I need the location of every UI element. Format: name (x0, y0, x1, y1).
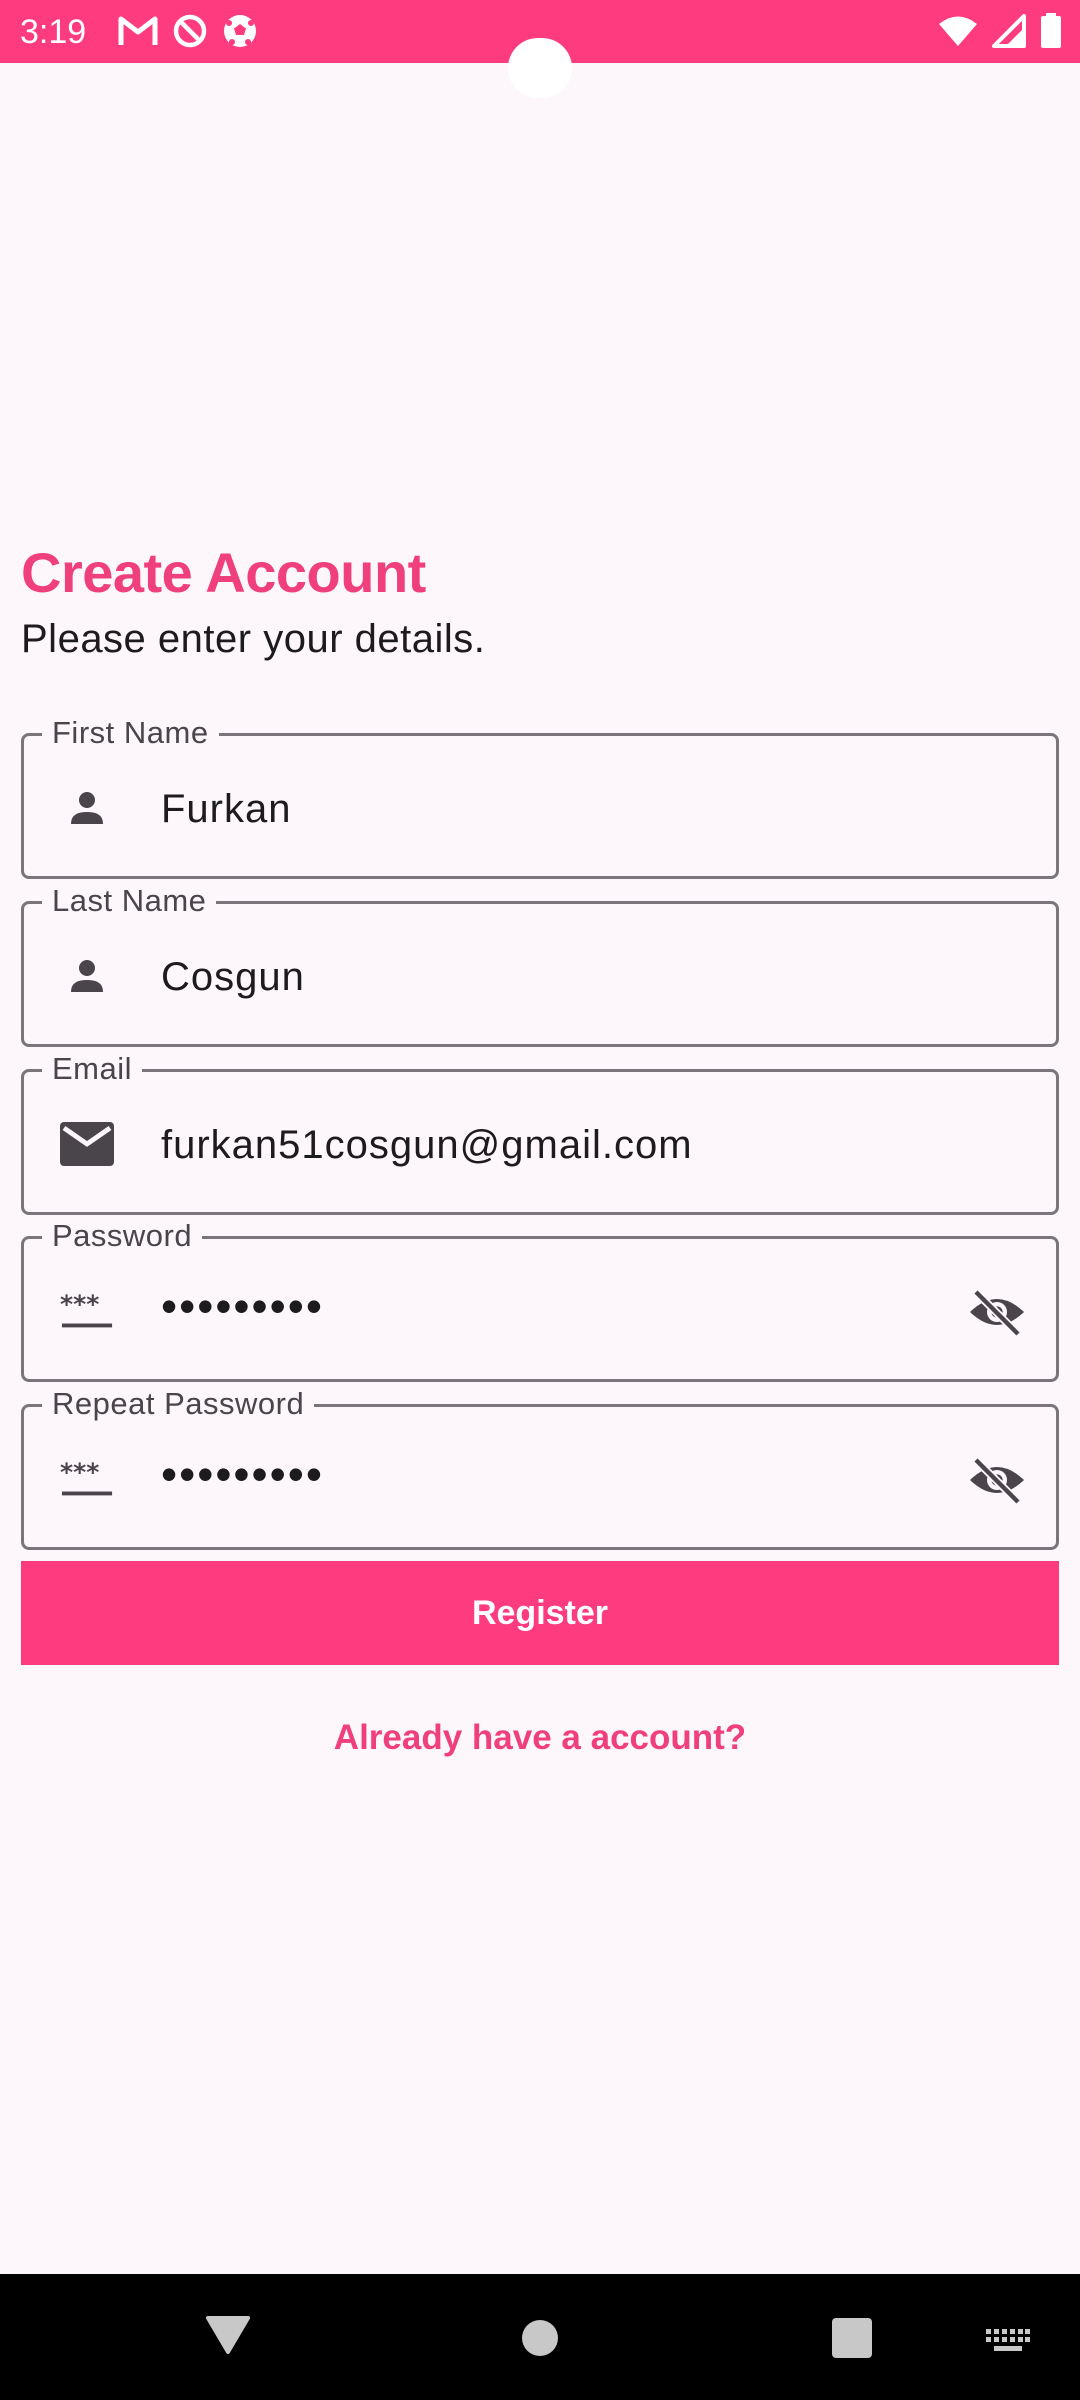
signal-icon (992, 14, 1026, 48)
repeat-password-input[interactable]: ••••••••• (161, 1451, 961, 1497)
wifi-icon (938, 15, 978, 47)
last-name-label: Last Name (42, 882, 217, 920)
password-field[interactable]: Password *** ••••••••• (21, 1217, 1059, 1382)
notification-icons (118, 13, 258, 49)
page-subtitle: Please enter your details. (21, 617, 486, 661)
password-input[interactable]: ••••••••• (161, 1283, 961, 1329)
system-icons (938, 13, 1062, 49)
do-not-disturb-icon (172, 13, 208, 49)
email-label: Email (42, 1050, 143, 1088)
home-icon[interactable] (521, 2319, 559, 2362)
visibility-off-icon[interactable] (966, 1281, 1028, 1343)
svg-text:***: *** (60, 1291, 99, 1319)
email-input[interactable] (161, 1122, 961, 1168)
status-time: 3:19 (20, 13, 87, 51)
back-icon[interactable] (204, 2312, 252, 2361)
navigation-bar (0, 2274, 1080, 2400)
last-name-input[interactable] (161, 954, 961, 1000)
mail-icon (60, 1117, 114, 1171)
first-name-field[interactable]: First Name (21, 714, 1059, 879)
page-title: Create Account (21, 541, 426, 604)
gmail-icon (118, 14, 158, 48)
password-icon: *** (60, 1284, 114, 1338)
first-name-label: First Name (42, 714, 219, 752)
register-button[interactable]: Register (21, 1561, 1059, 1665)
password-label: Password (42, 1217, 203, 1255)
camera-cutout (508, 38, 572, 98)
email-field[interactable]: Email (21, 1050, 1059, 1215)
person-icon (60, 781, 114, 835)
repeat-password-field[interactable]: Repeat Password *** ••••••••• (21, 1385, 1059, 1550)
first-name-input[interactable] (161, 786, 961, 832)
already-have-account-link[interactable]: Already have a account? (0, 1718, 1080, 1758)
recents-icon[interactable] (831, 2317, 873, 2364)
visibility-off-icon[interactable] (966, 1449, 1028, 1511)
keyboard-icon[interactable] (986, 2329, 1030, 2358)
repeat-password-label: Repeat Password (42, 1385, 315, 1423)
last-name-field[interactable]: Last Name (21, 882, 1059, 1047)
svg-text:***: *** (60, 1459, 99, 1487)
football-icon (222, 13, 258, 49)
battery-icon (1040, 13, 1062, 49)
password-icon: *** (60, 1452, 114, 1506)
person-icon (60, 949, 114, 1003)
